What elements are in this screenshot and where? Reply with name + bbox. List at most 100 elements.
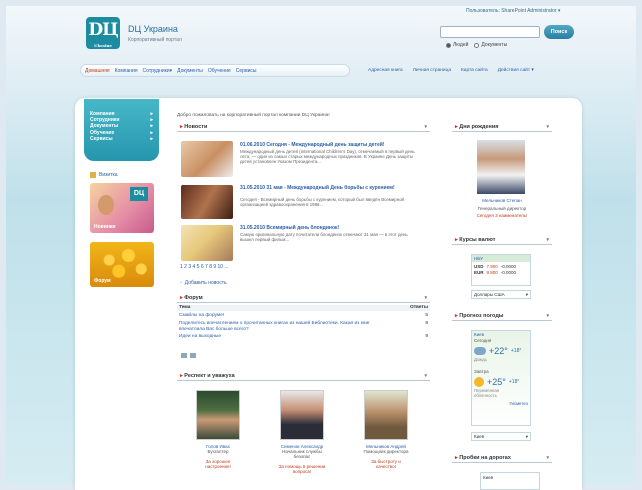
logo-text: DЦ bbox=[88, 20, 118, 40]
quick-links: Адресная книга Личная страница Карта сай… bbox=[368, 68, 534, 73]
tomorrow-desc: Переменная облачность bbox=[474, 388, 500, 398]
link-site-map[interactable]: Карта сайта bbox=[461, 68, 488, 73]
collapse-icon[interactable]: ▾ bbox=[424, 295, 427, 301]
forum-tile[interactable]: Форум bbox=[90, 242, 154, 287]
novelties-tile-label: Новинки bbox=[94, 224, 116, 230]
novelties-tile[interactable]: DЦ Новинки bbox=[90, 183, 154, 233]
search-button[interactable]: Поиск bbox=[544, 25, 574, 39]
person-photo[interactable] bbox=[280, 390, 324, 440]
birthday-note: Сегодня 3 наименатель! bbox=[476, 213, 528, 218]
weather-widget: Киев Сегодня +22° +18° Дождь Завтра +25°… bbox=[471, 330, 531, 426]
person-role: Помощник директора bbox=[363, 449, 409, 454]
news-title: Новости bbox=[180, 124, 207, 130]
weather-source-link[interactable]: Гисметео bbox=[472, 399, 530, 408]
nav-training[interactable]: Обучение bbox=[208, 68, 231, 74]
col-replies: Ответы bbox=[409, 305, 428, 310]
scope-people-radio[interactable]: Людей bbox=[446, 42, 468, 48]
respect-reason-link[interactable]: За быстроту и качество! bbox=[361, 459, 411, 469]
search-scope: Людей Документы bbox=[446, 42, 507, 48]
scope-docs-radio[interactable]: Документы bbox=[474, 42, 507, 48]
collapse-icon[interactable]: ▾ bbox=[546, 455, 549, 461]
currency-rate: 9.800 bbox=[486, 270, 498, 275]
nav-services[interactable]: Сервисы bbox=[236, 68, 257, 74]
forum-replies: 9 bbox=[425, 334, 428, 339]
add-news-label: Добавить новость bbox=[184, 280, 227, 286]
respect-reason-link[interactable]: За хорошее настроение! bbox=[193, 459, 243, 469]
table-row[interactable]: Смайлы на форуме! 5 bbox=[177, 313, 430, 319]
forum-topic-link[interactable]: Идеи на выходные bbox=[179, 334, 221, 340]
news-item-title[interactable]: 01.06.2010 Сегодня - Международный день … bbox=[240, 142, 420, 148]
currency-code: USD bbox=[474, 264, 484, 269]
scope-docs-label: Документы bbox=[481, 42, 508, 48]
nav-documents[interactable]: Документы bbox=[177, 68, 203, 74]
welcome-text: Добро пожаловать на корпоративный портал… bbox=[177, 113, 330, 118]
nav-company[interactable]: Компания bbox=[115, 68, 138, 74]
nav-home[interactable]: Домашняя bbox=[85, 68, 110, 74]
birthday-header: Дни рождения ▾ bbox=[452, 123, 552, 132]
collapse-icon[interactable]: ▾ bbox=[546, 237, 549, 243]
birthday-photo[interactable] bbox=[477, 140, 525, 194]
table-row[interactable]: Поделитесь впечатлением о прочитанных кн… bbox=[177, 321, 430, 332]
leftnav-services[interactable]: Сервисы bbox=[90, 136, 153, 142]
site-title[interactable]: DЦ Украина bbox=[128, 24, 178, 34]
weather-city-select[interactable]: Киев ▾ bbox=[471, 432, 531, 441]
news-image-1 bbox=[181, 141, 233, 177]
birthday-name[interactable]: Мельников Степан bbox=[452, 198, 552, 203]
link-personal-page[interactable]: Личная страница bbox=[413, 68, 451, 73]
weather-webpart: Прогноз погоды ▾ bbox=[452, 312, 552, 321]
weather-header: Прогноз погоды ▾ bbox=[452, 312, 552, 321]
currency-widget: НБУ USD 7.900 -0.0000 EUR 9.800 -0.0000 bbox=[471, 254, 531, 286]
today-temp: +22° bbox=[489, 346, 508, 356]
business-card-link[interactable]: Визитка bbox=[90, 172, 118, 178]
search-input[interactable] bbox=[440, 26, 540, 38]
tile-logo-icon: DЦ bbox=[130, 187, 148, 201]
link-address-book[interactable]: Адресная книга bbox=[368, 68, 403, 73]
person-image bbox=[98, 195, 114, 215]
card-icon bbox=[90, 172, 96, 178]
rss-icon[interactable] bbox=[181, 353, 187, 358]
news-item-title[interactable]: 31.05.2010 31 мая - Международный День б… bbox=[240, 185, 420, 195]
forum-topic-link[interactable]: Смайлы на форуме! bbox=[179, 313, 224, 319]
respect-reason-link[interactable]: За помощь в решении вопроса! bbox=[277, 464, 327, 474]
news-item-title[interactable]: 31.05.2010 Всемирный день блондинок! bbox=[240, 225, 420, 231]
weather-tomorrow: +25° +18° bbox=[472, 374, 530, 387]
forum-topic-link[interactable]: Поделитесь впечатлением о прочитанных кн… bbox=[179, 321, 379, 332]
collapse-icon[interactable]: ▾ bbox=[424, 124, 427, 130]
user-menu[interactable]: Пользователь: SharePoint Administrator ▾ bbox=[466, 8, 560, 14]
birthday-webpart: Дни рождения ▾ bbox=[452, 123, 552, 132]
table-row[interactable]: Идеи на выходные 9 bbox=[177, 334, 430, 340]
forum-replies: 5 bbox=[425, 313, 428, 318]
scope-people-label: Людей bbox=[453, 42, 469, 48]
collapse-icon[interactable]: ▾ bbox=[546, 313, 549, 319]
weather-today: +22° +18° bbox=[472, 343, 530, 356]
respect-person: Голов Ивах Бухгалтер За хорошее настроен… bbox=[193, 390, 243, 469]
news-image-3 bbox=[181, 225, 233, 261]
weather-select-value: Киев bbox=[474, 434, 485, 439]
birthday-title: Дни рождения bbox=[455, 124, 498, 130]
respect-person: Семенов Александр Начальник службы безоп… bbox=[277, 390, 327, 474]
top-navigation: Домашняя Компания Сотрудники▾ Документы … bbox=[80, 64, 350, 77]
news-pager[interactable]: 1 2 3 4 5 6 7 8 9 10 ... bbox=[180, 264, 229, 270]
collapse-icon[interactable]: ▾ bbox=[546, 124, 549, 130]
rain-cloud-icon bbox=[474, 347, 486, 355]
news-item-text: Сегодня - Всемирный день борьбы с курени… bbox=[240, 197, 405, 207]
currency-select[interactable]: Доллары США ▾ bbox=[471, 290, 531, 299]
traffic-widget: Киев bbox=[480, 472, 540, 490]
business-card-label: Визитка bbox=[99, 172, 118, 178]
site-actions-menu[interactable]: Действия сайт ▾ bbox=[498, 68, 534, 73]
nav-employees[interactable]: Сотрудники▾ bbox=[143, 68, 173, 74]
add-news-link[interactable]: ▫ Добавить новость bbox=[180, 280, 227, 286]
left-navigation: Компания Сотрудники Документы Обучение С… bbox=[84, 99, 159, 161]
currency-row: EUR 9.800 -0.0000 bbox=[472, 269, 530, 275]
person-photo[interactable] bbox=[196, 390, 240, 440]
subscribe-icon[interactable] bbox=[190, 353, 196, 358]
collapse-icon[interactable]: ▾ bbox=[424, 373, 427, 379]
birthday-role: Генеральный директор bbox=[477, 206, 527, 211]
sun-icon bbox=[474, 377, 484, 387]
forum-tile-label: Форум bbox=[94, 278, 111, 284]
currency-change: -0.0000 bbox=[500, 270, 517, 275]
weather-title: Прогноз погоды bbox=[455, 313, 503, 319]
person-photo[interactable] bbox=[364, 390, 408, 440]
traffic-header: Пробки на дорогах ▾ bbox=[452, 454, 552, 463]
site-logo[interactable]: DЦ Ukraine bbox=[86, 17, 120, 49]
